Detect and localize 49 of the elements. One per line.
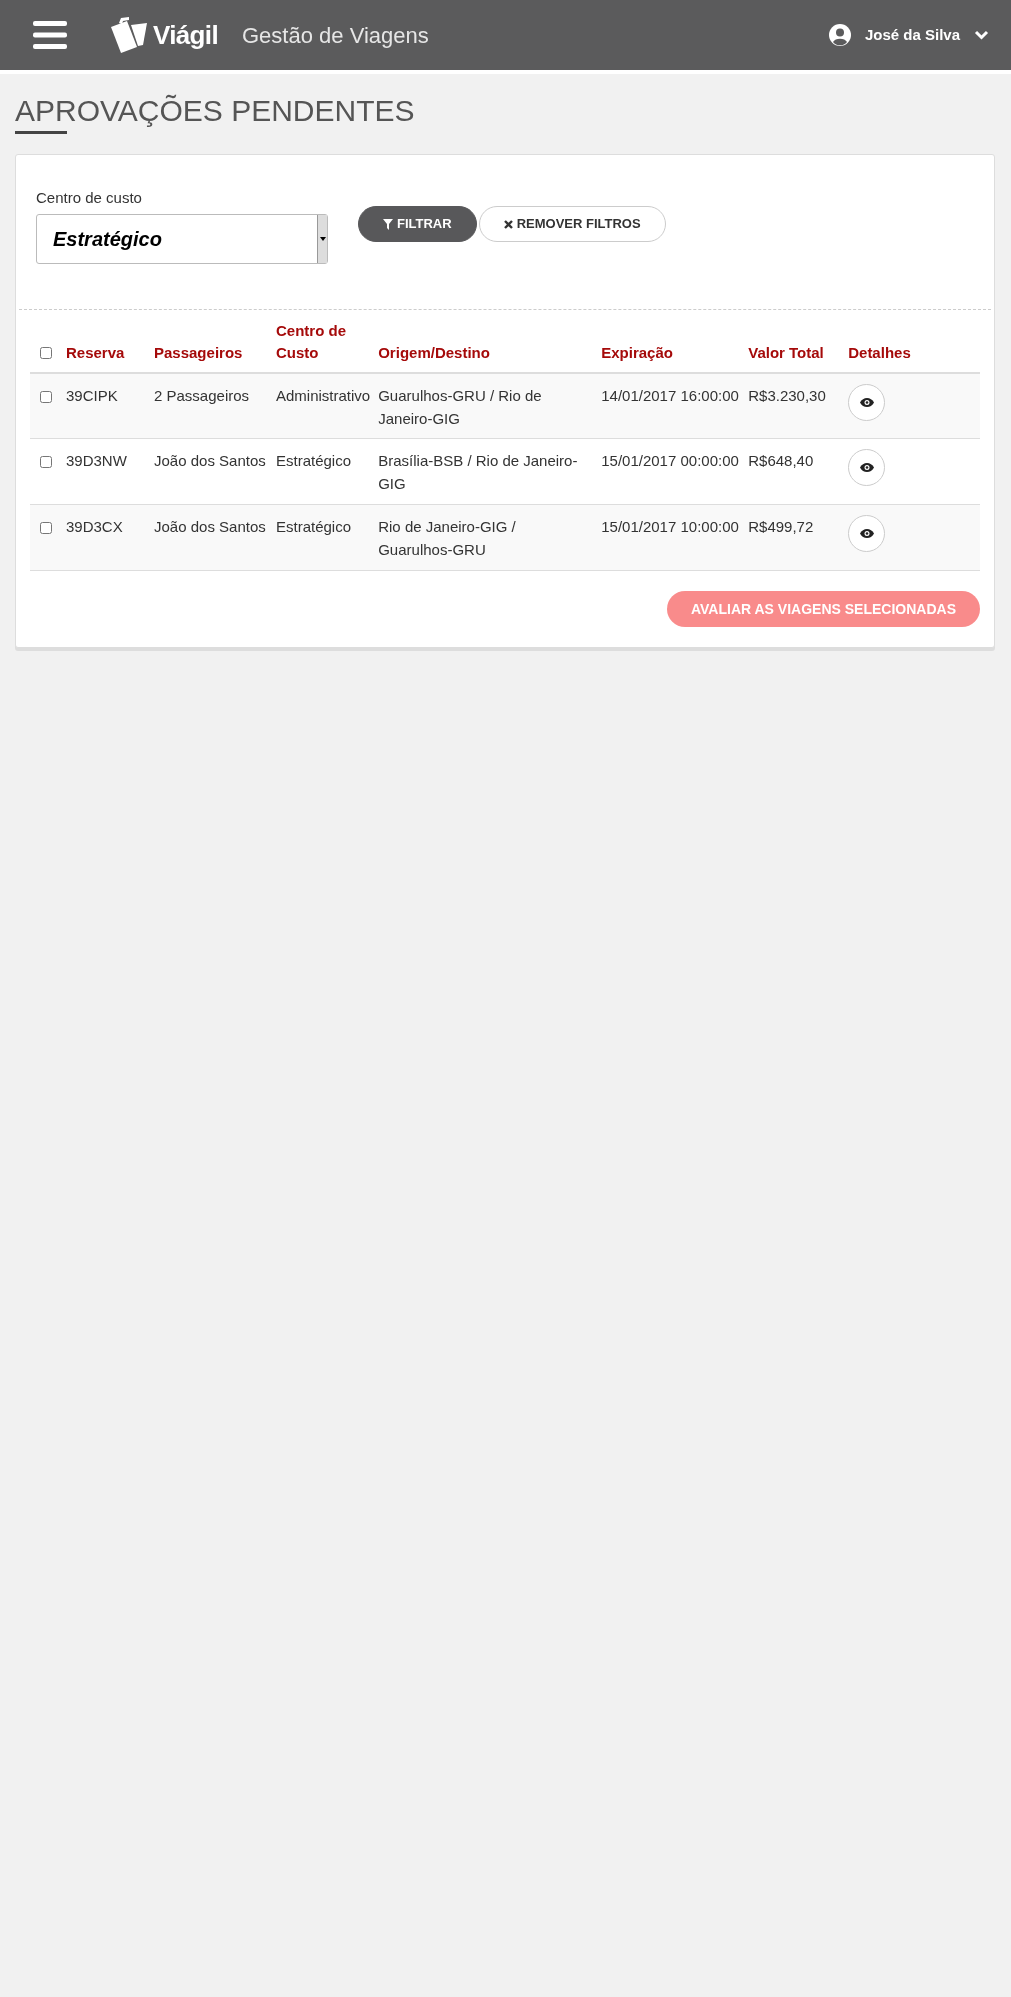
row-checkbox[interactable] — [40, 390, 52, 403]
table-cell: João dos Santos — [154, 518, 266, 535]
table-cell: R$3.230,30 — [748, 386, 826, 404]
user-avatar-icon — [828, 24, 851, 46]
filter-icon — [383, 218, 393, 230]
table-cell: 14/01/2017 16:00:00 — [601, 386, 739, 404]
page-title: APROVAÇÕES PENDENTES — [15, 93, 415, 129]
table-cell: 15/01/2017 00:00:00 — [601, 452, 739, 469]
dropdown-arrow-icon — [319, 236, 326, 241]
table-cell: 39D3CX — [66, 518, 123, 535]
chevron-down-icon[interactable] — [974, 30, 989, 40]
column-header: Expiração — [601, 343, 673, 361]
table-cell: Estratégico — [276, 452, 352, 469]
table-cell: 39CIPK — [66, 386, 118, 404]
table-cell: R$648,40 — [748, 452, 814, 469]
brand-name: Viágil — [153, 18, 218, 52]
row-checkbox[interactable] — [40, 456, 52, 469]
table-cell: 39D3NW — [66, 452, 127, 469]
table-cell: 2 Passageiros — [154, 386, 250, 404]
column-header: Detalhes — [848, 343, 911, 361]
table-cell: 15/01/2017 10:00:00 — [601, 518, 739, 535]
eye-icon — [859, 397, 874, 407]
table-cell: João dos Santos — [154, 452, 266, 469]
remove-filters-button[interactable]: REMOVER FILTROS — [478, 206, 666, 242]
table-cell: Administrativo — [276, 386, 371, 404]
app-subtitle: Gestão de Viagens — [242, 21, 429, 50]
user-name[interactable]: José da Silva — [864, 23, 960, 47]
column-header: Reserva — [66, 343, 125, 361]
column-header: Origem/Destino — [378, 343, 490, 361]
menu-icon[interactable] — [33, 21, 67, 49]
column-header: Centro de Custo — [276, 321, 346, 361]
table-cell: Estratégico — [276, 518, 352, 535]
row-checkbox[interactable] — [40, 522, 52, 535]
column-header: Passageiros — [154, 343, 243, 361]
close-icon — [503, 219, 513, 229]
view-details-button[interactable] — [848, 383, 886, 421]
table-cell: Brasília-BSB / Rio de Janeiro-GIG — [378, 452, 578, 492]
cost-center-select[interactable]: Estratégico — [36, 213, 328, 264]
field-label: Centro de custo — [36, 188, 143, 208]
select-all-checkbox[interactable] — [40, 347, 52, 360]
table-cell: Rio de Janeiro-GIG / Guarulhos-GRU — [378, 518, 516, 558]
table-cell: Guarulhos-GRU / Rio de Janeiro-GIG — [378, 386, 542, 427]
view-details-button[interactable] — [848, 515, 886, 552]
eye-icon — [859, 529, 874, 538]
view-details-button[interactable] — [848, 449, 886, 486]
table-cell: R$499,72 — [748, 518, 814, 535]
column-header: Valor Total — [748, 343, 824, 361]
filter-button[interactable]: FILTRAR — [358, 206, 477, 242]
eye-icon — [859, 463, 874, 472]
